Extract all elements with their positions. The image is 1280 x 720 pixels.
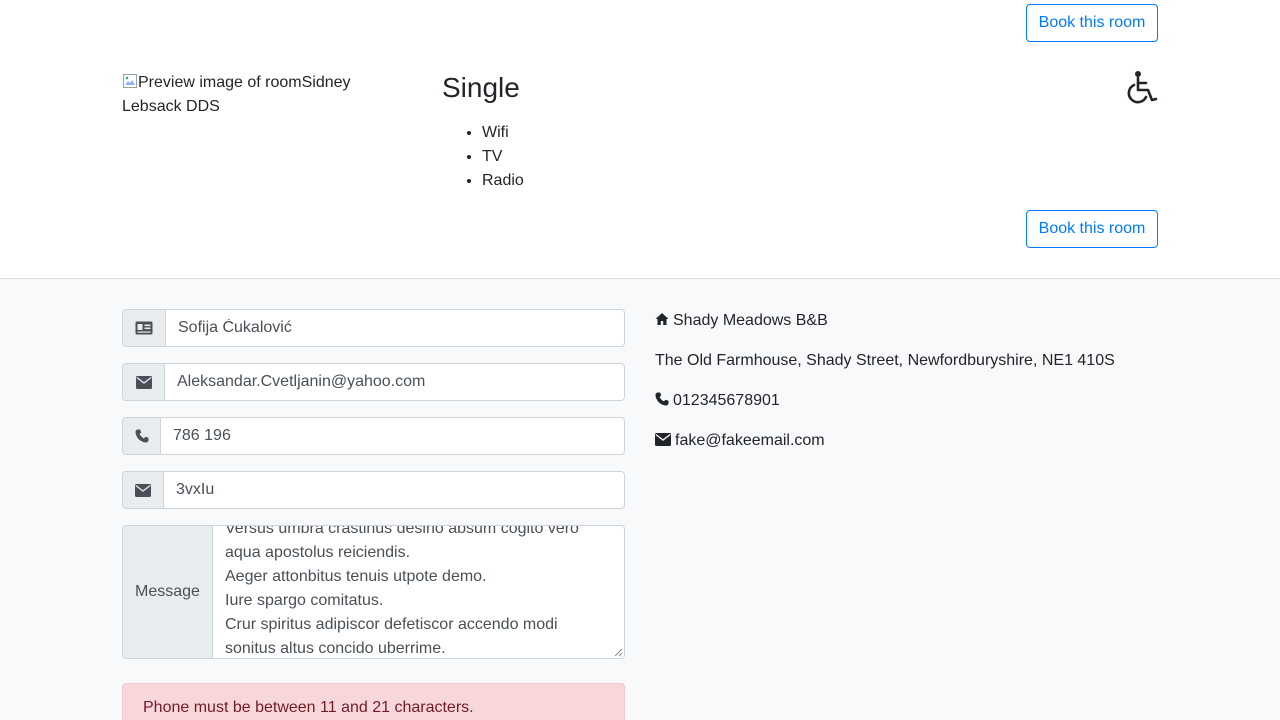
- room-image-alt-text: Preview image of roomSidney Lebsack DDS: [122, 74, 351, 115]
- name-addon: [122, 309, 165, 347]
- subject-input[interactable]: [163, 471, 625, 509]
- envelope-icon: [655, 433, 671, 446]
- id-card-icon: [135, 321, 153, 335]
- envelope-icon: [135, 375, 152, 389]
- contact-email: fake@fakeemail.com: [655, 429, 825, 453]
- message-group: Message Versus umbra crastinus desino ab…: [122, 525, 625, 659]
- room-section: Book this room Preview image of roomSidn…: [0, 0, 1280, 279]
- message-label: Message: [122, 525, 212, 659]
- email-input[interactable]: [164, 363, 625, 401]
- contact-phone-text: 012345678901: [673, 392, 780, 409]
- contact-address: The Old Farmhouse, Shady Street, Newford…: [655, 352, 1115, 369]
- error-alert: Phone must be between 11 and 21 characte…: [122, 683, 625, 720]
- feature-item: Wifi: [482, 121, 524, 145]
- message-text: Versus umbra crastinus desino absum cogi…: [225, 525, 579, 657]
- contact-phone: 012345678901: [655, 389, 780, 413]
- contact-email-text: fake@fakeemail.com: [675, 432, 825, 449]
- room-features-list: Wifi TV Radio: [482, 121, 524, 193]
- resize-handle-icon[interactable]: [613, 647, 623, 657]
- phone-input[interactable]: [160, 417, 625, 455]
- name-input[interactable]: [165, 309, 625, 347]
- broken-image-icon: [123, 74, 137, 88]
- message-textarea[interactable]: Versus umbra crastinus desino absum cogi…: [212, 525, 625, 659]
- book-room-button-top[interactable]: Book this room: [1026, 4, 1158, 42]
- book-room-button[interactable]: Book this room: [1026, 210, 1158, 248]
- email-addon: [122, 363, 164, 401]
- feature-item: TV: [482, 145, 524, 169]
- home-icon: [655, 313, 669, 325]
- email-group: [122, 363, 625, 401]
- phone-addon: [122, 417, 160, 455]
- feature-item: Radio: [482, 169, 524, 193]
- phone-icon: [655, 392, 669, 406]
- phone-icon: [135, 429, 148, 443]
- contact-name-text: Shady Meadows B&B: [673, 312, 828, 329]
- room-type-title: Single: [442, 72, 520, 103]
- envelope-icon: [135, 483, 151, 497]
- wheelchair-icon: [1127, 71, 1158, 104]
- phone-group: [122, 417, 625, 455]
- room-preview-image: Preview image of roomSidney Lebsack DDS: [122, 71, 382, 119]
- name-group: [122, 309, 625, 347]
- subject-addon: [122, 471, 163, 509]
- contact-name: Shady Meadows B&B: [655, 309, 828, 333]
- subject-group: [122, 471, 625, 509]
